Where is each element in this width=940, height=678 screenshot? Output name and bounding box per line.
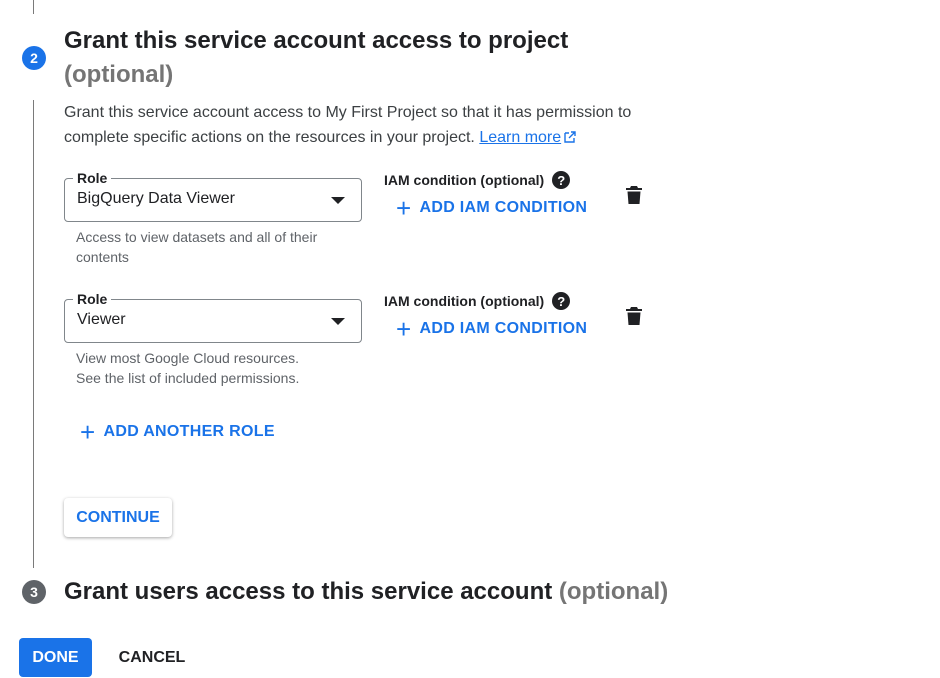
step-2-description: Grant this service account access to My …: [64, 100, 704, 150]
description-line-2: complete specific actions on the resourc…: [64, 125, 704, 150]
learn-more-link[interactable]: Learn more: [479, 129, 576, 146]
step-2-title: Grant this service account access to pro…: [64, 24, 684, 92]
step-2-badge: 2: [22, 46, 46, 70]
add-iam-condition-button-1[interactable]: + ADD IAM CONDITION: [396, 193, 588, 223]
add-another-role-button[interactable]: + ADD ANOTHER ROLE: [80, 417, 275, 447]
iam-condition-label-1-text: IAM condition (optional): [384, 172, 545, 188]
help-icon[interactable]: ?: [552, 171, 571, 189]
trash-icon[interactable]: [626, 185, 642, 205]
role-select-2-value: Viewer: [77, 311, 126, 328]
iam-condition-label-2-text: IAM condition (optional): [384, 293, 545, 309]
role-1-hint-line-2: contents: [76, 249, 129, 265]
role-1-hint: Access to view datasets and all of their…: [76, 227, 366, 267]
stepper-line-top: [33, 0, 34, 14]
add-iam-condition-label-1: ADD IAM CONDITION: [419, 199, 588, 216]
add-iam-condition-label-2: ADD IAM CONDITION: [419, 320, 588, 337]
cancel-button[interactable]: CANCEL: [112, 638, 192, 677]
external-link-icon: [564, 131, 576, 143]
description-line-2-text: complete specific actions on the resourc…: [64, 129, 475, 146]
role-select-2-label: Role: [73, 290, 112, 308]
learn-more-label: Learn more: [479, 129, 562, 146]
done-button[interactable]: DONE: [19, 638, 92, 677]
role-2-hint: View most Google Cloud resources. See th…: [76, 348, 376, 388]
step-2-title-text: Grant this service account access to pro…: [64, 27, 569, 54]
role-2-hint-line-1: View most Google Cloud resources.: [76, 350, 300, 366]
stepper-line-middle: [33, 100, 34, 568]
role-select-1-label: Role: [73, 169, 112, 187]
help-icon[interactable]: ?: [552, 292, 571, 310]
step-3-optional: (optional): [558, 578, 669, 605]
plus-icon: +: [80, 417, 96, 447]
role-select-1[interactable]: Role BigQuery Data Viewer: [64, 169, 362, 222]
role-2-hint-line-2: See the list of included permissions.: [76, 370, 300, 386]
iam-condition-label-2: IAM condition (optional) ?: [384, 292, 571, 310]
role-1-hint-line-1: Access to view datasets and all of their: [76, 229, 318, 245]
continue-button[interactable]: CONTINUE: [64, 498, 172, 537]
role-select-2[interactable]: Role Viewer: [64, 290, 362, 343]
step-3-badge: 3: [22, 580, 46, 604]
chevron-down-icon: [331, 318, 345, 325]
description-line-1: Grant this service account access to My …: [64, 104, 632, 121]
plus-icon: +: [396, 193, 412, 223]
chevron-down-icon: [331, 197, 345, 204]
role-select-1-value: BigQuery Data Viewer: [77, 190, 235, 207]
step-2-optional: (optional): [64, 61, 174, 88]
plus-icon: +: [396, 314, 412, 344]
add-another-role-label: ADD ANOTHER ROLE: [103, 423, 275, 440]
step-3-title-text: Grant users access to this service accou…: [64, 578, 553, 605]
iam-condition-label-1: IAM condition (optional) ?: [384, 171, 571, 189]
trash-icon[interactable]: [626, 306, 642, 326]
step-3-title: Grant users access to this service accou…: [64, 575, 924, 609]
add-iam-condition-button-2[interactable]: + ADD IAM CONDITION: [396, 314, 588, 344]
